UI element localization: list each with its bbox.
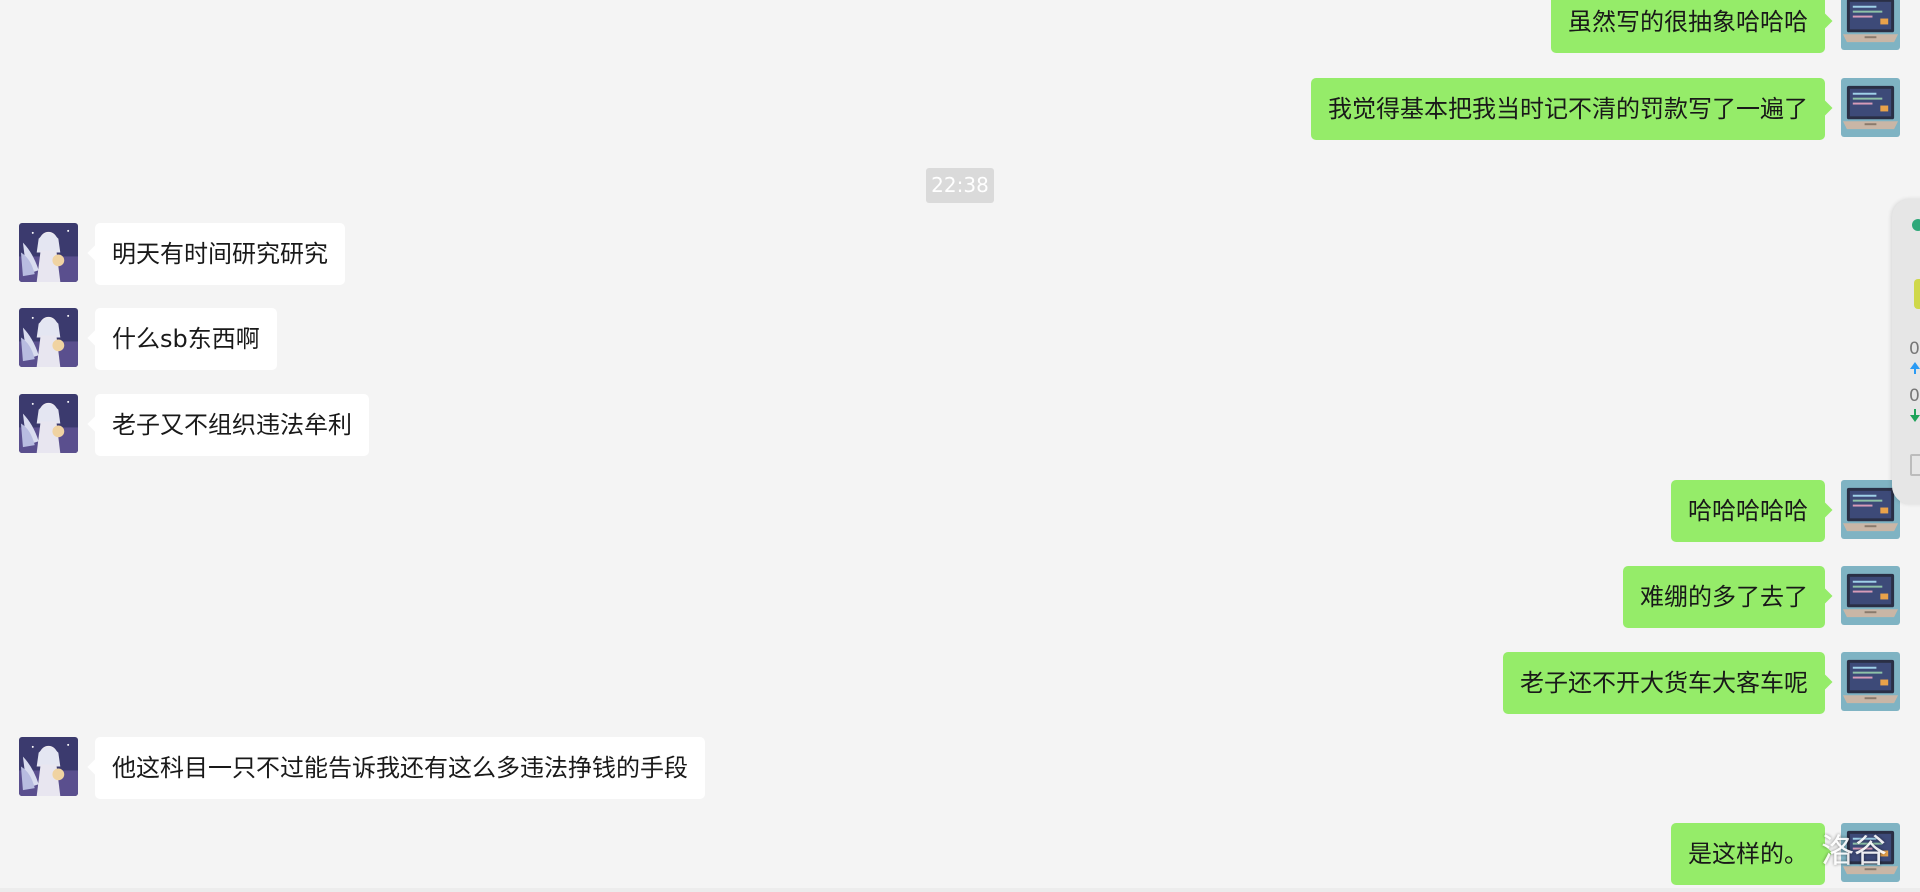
floating-side-panel[interactable]: 0 0 (1892, 199, 1920, 504)
input-area-divider (0, 888, 1920, 892)
message-row: 他这科目一只不过能告诉我还有这么多违法挣钱的手段 (0, 737, 1920, 799)
level-bar-icon (1914, 279, 1920, 309)
message-bubble-other[interactable]: 他这科目一只不过能告诉我还有这么多违法挣钱的手段 (95, 737, 705, 799)
message-bubble-self[interactable]: 是这样的。 (1671, 823, 1825, 885)
message-row: 老子又不组织违法牟利 (0, 394, 1920, 456)
anime-angel-avatar[interactable] (19, 308, 78, 367)
anime-angel-avatar[interactable] (19, 223, 78, 282)
message-bubble-other[interactable]: 什么sb东西啊 (95, 308, 277, 370)
message-bubble-self[interactable]: 难绷的多了去了 (1623, 566, 1825, 628)
laptop-avatar[interactable] (1841, 0, 1900, 50)
copy-icon[interactable] (1910, 454, 1920, 476)
status-dot-icon (1912, 219, 1920, 231)
laptop-avatar[interactable] (1841, 78, 1900, 137)
message-row: 哈哈哈哈哈 (0, 480, 1920, 542)
message-bubble-self[interactable]: 虽然写的很抽象哈哈哈 (1551, 0, 1825, 53)
laptop-avatar[interactable] (1841, 652, 1900, 711)
message-bubble-other[interactable]: 明天有时间研究研究 (95, 223, 345, 285)
download-arrow-icon (1910, 415, 1920, 422)
message-row: 虽然写的很抽象哈哈哈 (0, 0, 1920, 53)
upload-arrow-stem (1914, 368, 1916, 374)
message-row: 什么sb东西啊 (0, 308, 1920, 370)
message-bubble-other[interactable]: 老子又不组织违法牟利 (95, 394, 369, 456)
chat-message-area[interactable]: 虽然写的很抽象哈哈哈 我觉得基本把我当时记不清的罚款写了一遍了 22:38 明天… (0, 0, 1920, 892)
message-bubble-self[interactable]: 我觉得基本把我当时记不清的罚款写了一遍了 (1311, 78, 1825, 140)
message-row: 是这样的。 (0, 823, 1920, 885)
message-row: 明天有时间研究研究 (0, 223, 1920, 285)
message-bubble-self[interactable]: 老子还不开大货车大客车呢 (1503, 652, 1825, 714)
watermark-text: 洛谷 (1821, 831, 1887, 870)
message-row: 难绷的多了去了 (0, 566, 1920, 628)
anime-angel-avatar[interactable] (19, 737, 78, 796)
anime-angel-avatar[interactable] (19, 394, 78, 453)
upload-value: 0 (1909, 339, 1920, 359)
message-timestamp: 22:38 (926, 168, 994, 203)
message-row: 我觉得基本把我当时记不清的罚款写了一遍了 (0, 78, 1920, 140)
laptop-avatar[interactable] (1841, 566, 1900, 625)
download-value: 0 (1909, 386, 1920, 406)
message-row: 老子还不开大货车大客车呢 (0, 652, 1920, 714)
laptop-avatar[interactable] (1841, 480, 1900, 539)
message-bubble-self[interactable]: 哈哈哈哈哈 (1671, 480, 1825, 542)
